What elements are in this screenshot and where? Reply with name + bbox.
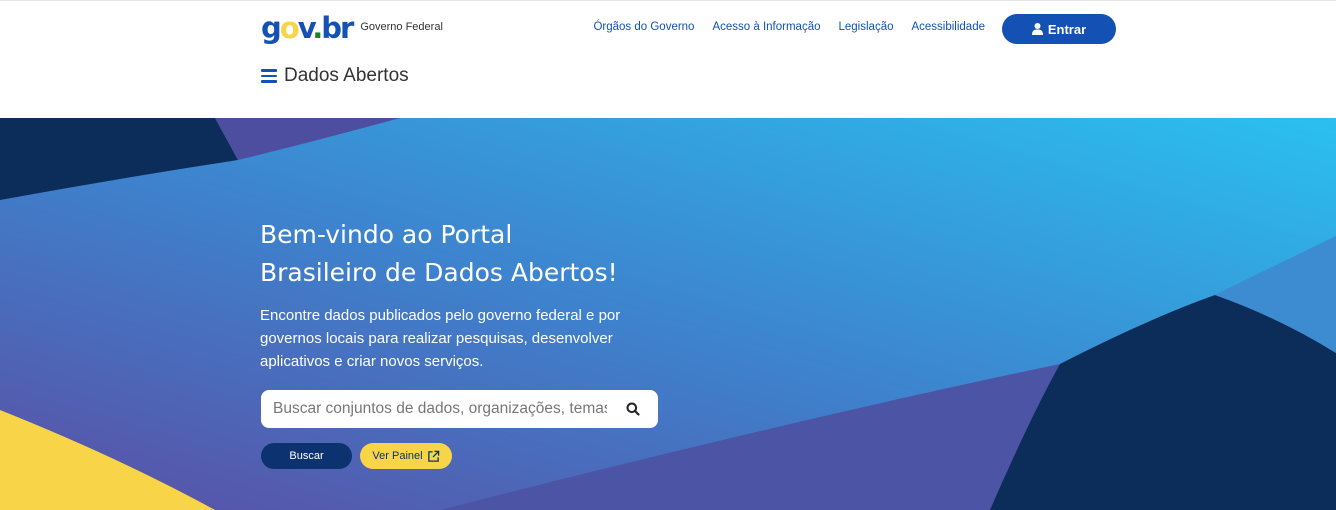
user-icon <box>1031 23 1043 35</box>
govbr-logo-mark: gov.br <box>261 11 354 45</box>
view-panel-button[interactable]: Ver Painel <box>360 443 452 469</box>
hero-description: Encontre dados publicados pelo governo f… <box>260 307 621 370</box>
hero-title-line-1: Bem-vindo ao Portal <box>260 220 513 249</box>
hero-background <box>0 118 1336 510</box>
hero-title-line-2: Brasileiro de Dados Abertos! <box>260 258 618 287</box>
site-title: Dados Abertos <box>284 65 409 86</box>
main-menu-toggle[interactable]: Dados Abertos <box>261 65 409 87</box>
hero-title: Bem-vindo ao Portal Brasileiro de Dados … <box>260 216 618 292</box>
govbr-logo[interactable]: gov.br Governo Federal <box>261 11 443 45</box>
external-link-icon <box>427 450 439 462</box>
nav-link-acessibilidade[interactable]: Acessibilidade <box>911 21 985 33</box>
top-nav: Órgãos do Governo Acesso à Informação Le… <box>593 21 985 33</box>
nav-link-orgaos[interactable]: Órgãos do Governo <box>593 21 694 33</box>
view-panel-label: Ver Painel <box>372 450 423 462</box>
login-label: Entrar <box>1047 21 1087 37</box>
search-icon[interactable] <box>626 402 640 416</box>
search-button[interactable]: Buscar <box>261 443 352 469</box>
site-header: gov.br Governo Federal Órgãos do Governo… <box>0 0 1336 118</box>
nav-link-acesso-informacao[interactable]: Acesso à Informação <box>712 21 820 33</box>
hero-banner: Bem-vindo ao Portal Brasileiro de Dados … <box>0 118 1336 510</box>
nav-link-legislacao[interactable]: Legislação <box>839 21 894 33</box>
logo-subtitle: Governo Federal <box>360 21 443 33</box>
login-button[interactable]: Entrar <box>1002 14 1116 44</box>
search-box <box>261 390 658 428</box>
menu-icon <box>261 69 277 83</box>
search-input[interactable] <box>273 390 607 428</box>
